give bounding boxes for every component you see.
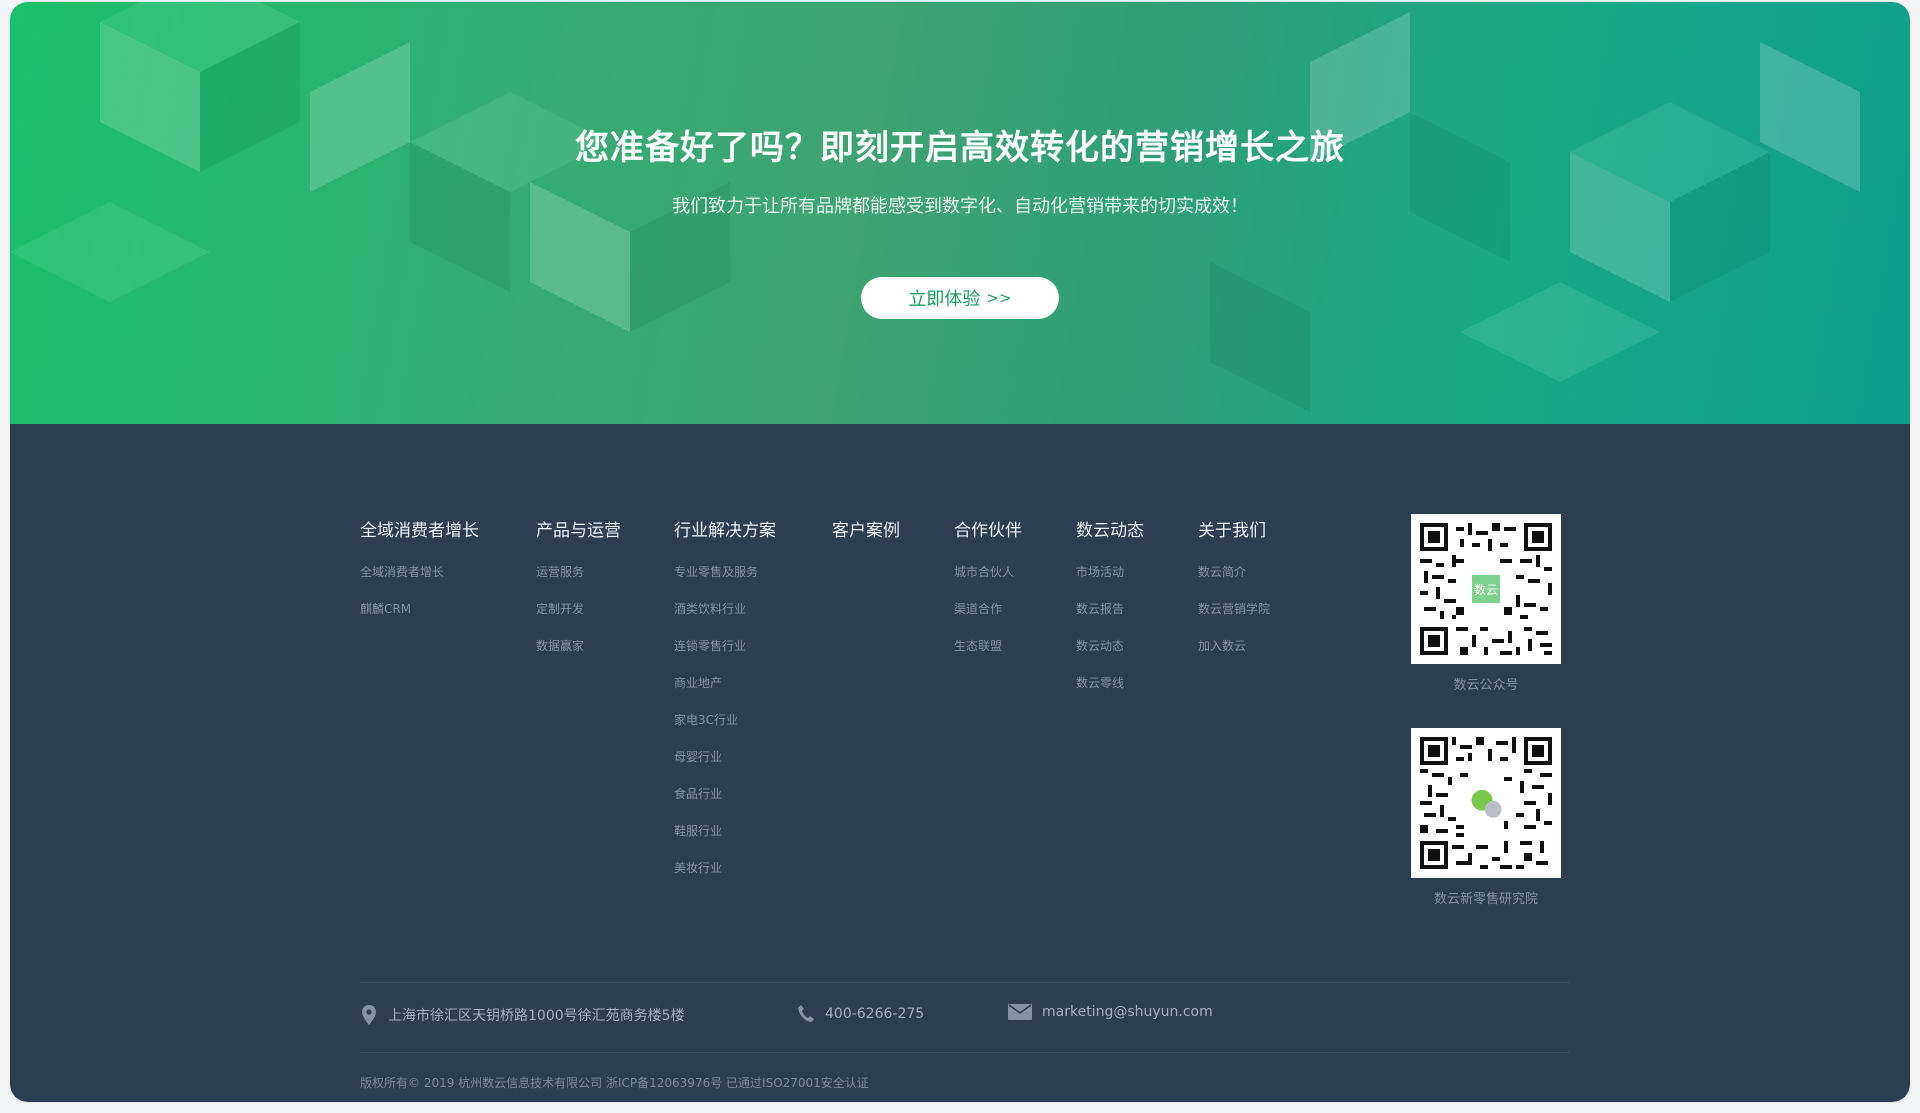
- footer-link[interactable]: 运营服务: [536, 563, 621, 580]
- try-now-label: 立即体验: [908, 289, 981, 310]
- footer-link[interactable]: 渠道合作: [954, 600, 1022, 617]
- footer-col-partners: 合作伙伴 城市合伙人 渠道合作 生态联盟: [954, 516, 1022, 654]
- footer-col-title: 数云动态: [1076, 521, 1144, 541]
- footer-link[interactable]: 数云零线: [1076, 674, 1144, 691]
- contact-address: 上海市徐汇区天钥桥路1000号徐汇苑商务楼5楼: [360, 1004, 685, 1026]
- qr-caption: 数云新零售研究院: [1433, 892, 1538, 907]
- footer-link[interactable]: 麒麟CRM: [360, 600, 479, 617]
- footer-col-about: 关于我们 数云简介 数云营销学院 加入数云: [1198, 516, 1270, 654]
- footer-link[interactable]: 定制开发: [536, 600, 621, 617]
- footer-col-news: 数云动态 市场活动 数云报告 数云动态 数云零线: [1076, 516, 1144, 691]
- footer-link[interactable]: 数云动态: [1076, 637, 1144, 654]
- footer-link[interactable]: 美妆行业: [674, 859, 776, 876]
- mail-icon: [1008, 1004, 1032, 1020]
- footer-col-title: 合作伙伴: [954, 521, 1022, 541]
- qr-code-image: [1411, 728, 1561, 878]
- hero-banner: 您准备好了吗？即刻开启高效转化的营销增长之旅 我们致力于让所有品牌都能感受到数字…: [10, 2, 1910, 424]
- location-pin-icon: [362, 1005, 376, 1025]
- footer-col-title: 行业解决方案: [674, 521, 776, 541]
- page-frame: 您准备好了吗？即刻开启高效转化的营销增长之旅 我们致力于让所有品牌都能感受到数字…: [10, 2, 1910, 1102]
- footer-col-title-link[interactable]: 客户案例: [832, 516, 900, 541]
- svg-text:数云: 数云: [1474, 582, 1498, 597]
- footer-link[interactable]: 全域消费者增长: [360, 563, 479, 580]
- footer-col-title: 产品与运营: [536, 521, 621, 541]
- footer-link[interactable]: 数云简介: [1198, 563, 1270, 580]
- qr-code-icon: [1420, 737, 1552, 869]
- copyright-text: 版权所有© 2019 杭州数云信息技术有限公司 浙ICP备12063976号 已…: [360, 1076, 869, 1090]
- footer-link[interactable]: 数云报告: [1076, 600, 1144, 617]
- footer-link[interactable]: 食品行业: [674, 785, 776, 802]
- footer-link[interactable]: 城市合伙人: [954, 563, 1022, 580]
- footer-col-products: 产品与运营 运营服务 定制开发 数据赢家: [536, 516, 621, 654]
- footer-link[interactable]: 酒类饮料行业: [674, 600, 776, 617]
- footer-link[interactable]: 生态联盟: [954, 637, 1022, 654]
- qr-caption: 数云公众号: [1453, 678, 1519, 693]
- divider: [360, 982, 1570, 983]
- footer-link[interactable]: 家电3C行业: [674, 711, 776, 728]
- footer-link[interactable]: 数据赢家: [536, 637, 621, 654]
- contact-email: marketing@shuyun.com: [1008, 1004, 1213, 1020]
- footer-link[interactable]: 商业地产: [674, 674, 776, 691]
- hero-subtitle: 我们致力于让所有品牌都能感受到数字化、自动化营销带来的切实成效！: [672, 196, 1248, 217]
- site-footer: 全域消费者增长 全域消费者增长 麒麟CRM 产品与运营 运营服务 定制开发 数据…: [10, 424, 1910, 1102]
- footer-col-growth: 全域消费者增长 全域消费者增长 麒麟CRM: [360, 516, 479, 617]
- address-text: 上海市徐汇区天钥桥路1000号徐汇苑商务楼5楼: [388, 1008, 685, 1024]
- footer-col-solutions: 行业解决方案 专业零售及服务 酒类饮料行业 连锁零售行业 商业地产 家电3C行业…: [674, 516, 776, 876]
- hero-title: 您准备好了吗？即刻开启高效转化的营销增长之旅: [575, 128, 1345, 168]
- footer-nav-columns: 全域消费者增长 全域消费者增长 麒麟CRM 产品与运营 运营服务 定制开发 数据…: [10, 424, 1910, 1102]
- footer-link[interactable]: 市场活动: [1076, 563, 1144, 580]
- try-now-button[interactable]: 立即体验 >>: [861, 277, 1059, 319]
- email-link[interactable]: marketing@shuyun.com: [1042, 1004, 1213, 1020]
- phone-text: 400-6266-275: [825, 1006, 925, 1022]
- footer-link[interactable]: 鞋服行业: [674, 822, 776, 839]
- phone-icon: [798, 1005, 814, 1022]
- footer-link[interactable]: 专业零售及服务: [674, 563, 776, 580]
- divider: [360, 1052, 1570, 1053]
- footer-link[interactable]: 数云营销学院: [1198, 600, 1270, 617]
- footer-col-title: 关于我们: [1198, 521, 1266, 541]
- contact-phone: 400-6266-275: [797, 1004, 924, 1024]
- qr-code-image: 数云: [1411, 514, 1561, 664]
- qr-research-institute: 数云新零售研究院: [1411, 728, 1561, 907]
- double-chevron-right-icon: >>: [986, 289, 1012, 307]
- qr-code-icon: 数云: [1420, 523, 1552, 655]
- qr-official-account: 数云 数云公众号: [1411, 514, 1561, 693]
- footer-col-cases: 客户案例: [832, 516, 900, 541]
- footer-link[interactable]: 连锁零售行业: [674, 637, 776, 654]
- footer-link[interactable]: 加入数云: [1198, 637, 1270, 654]
- footer-link[interactable]: 母婴行业: [674, 748, 776, 765]
- footer-col-title: 全域消费者增长: [360, 521, 479, 541]
